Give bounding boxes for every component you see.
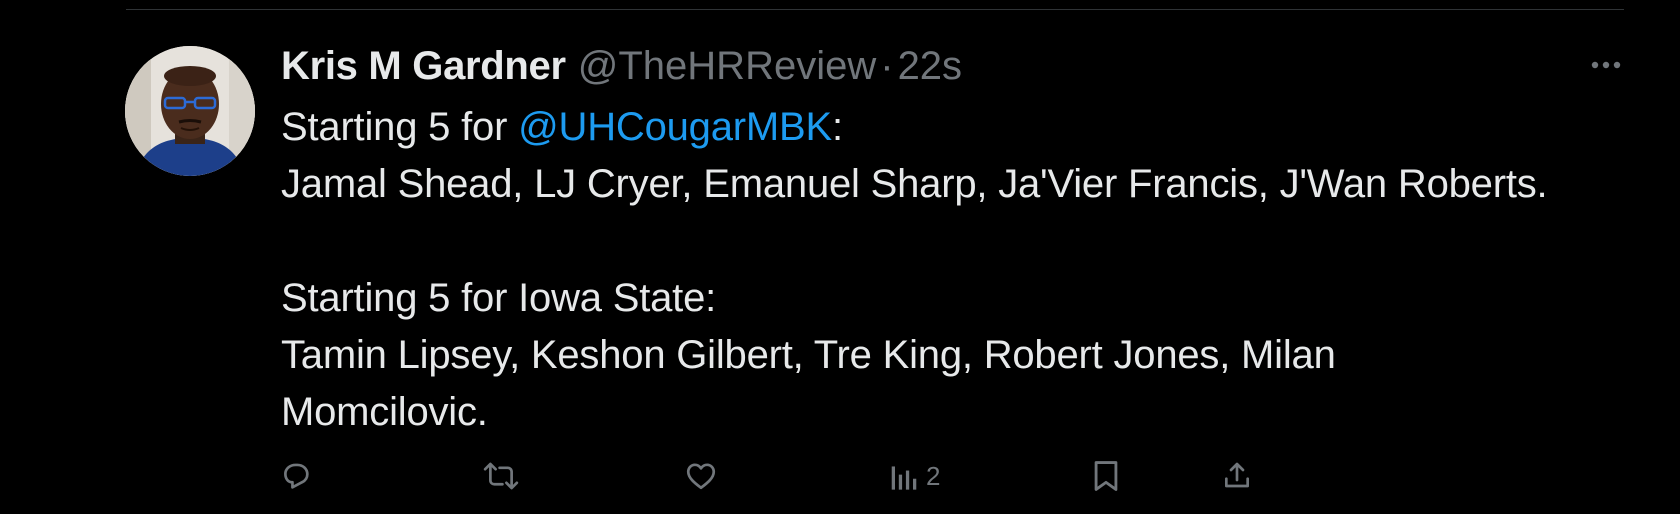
more-icon [1591,61,1621,69]
tweet-text-suffix: : [831,105,843,149]
share-icon [1225,462,1249,488]
retweet-icon [483,462,519,490]
bookmark-icon [1094,461,1118,491]
tweet-line-2: Jamal Shead, LJ Cryer, Emanuel Sharp, Ja… [281,162,1548,206]
avatar-image [125,46,255,176]
tweet-text: Starting 5 for @UHCougarMBK: Jamal Shead… [281,99,1621,441]
views-count: 2 [926,460,941,491]
reply-icon [284,463,309,489]
bookmark-button[interactable] [1091,454,1121,498]
tweet-line-1: Starting 5 for @UHCougarMBK: [281,99,1621,156]
avatar[interactable] [125,46,255,176]
retweet-button[interactable] [482,454,520,498]
tweet-timestamp[interactable]: 22s [898,44,963,89]
author-name[interactable]: Kris M Gardner [281,44,566,89]
tweet-line-5: Tamin Lipsey, Keshon Gilbert, Tre King, … [281,333,1336,377]
reply-button[interactable] [279,454,313,498]
like-button[interactable] [684,454,718,498]
author-handle[interactable]: @TheHRReview [578,44,876,89]
mention-link[interactable]: @UHCougarMBK [518,105,832,149]
tweet-line-4: Starting 5 for Iowa State: [281,276,717,320]
tweet-text-prefix: Starting 5 for [281,105,519,149]
more-options-button[interactable] [1588,50,1624,80]
tweet-line-6: Momcilovic. [281,390,488,434]
tweet-header: Kris M Gardner @TheHRReview · 22s [281,38,962,94]
separator-dot: · [880,43,894,88]
heart-icon [686,463,716,490]
top-divider [126,9,1624,10]
share-button[interactable] [1221,454,1253,498]
views-icon [891,466,917,490]
views-button[interactable]: 2 [890,454,940,498]
tweet-actions-bar: 2 [0,454,1680,498]
tweet-line-3 [281,213,1621,270]
